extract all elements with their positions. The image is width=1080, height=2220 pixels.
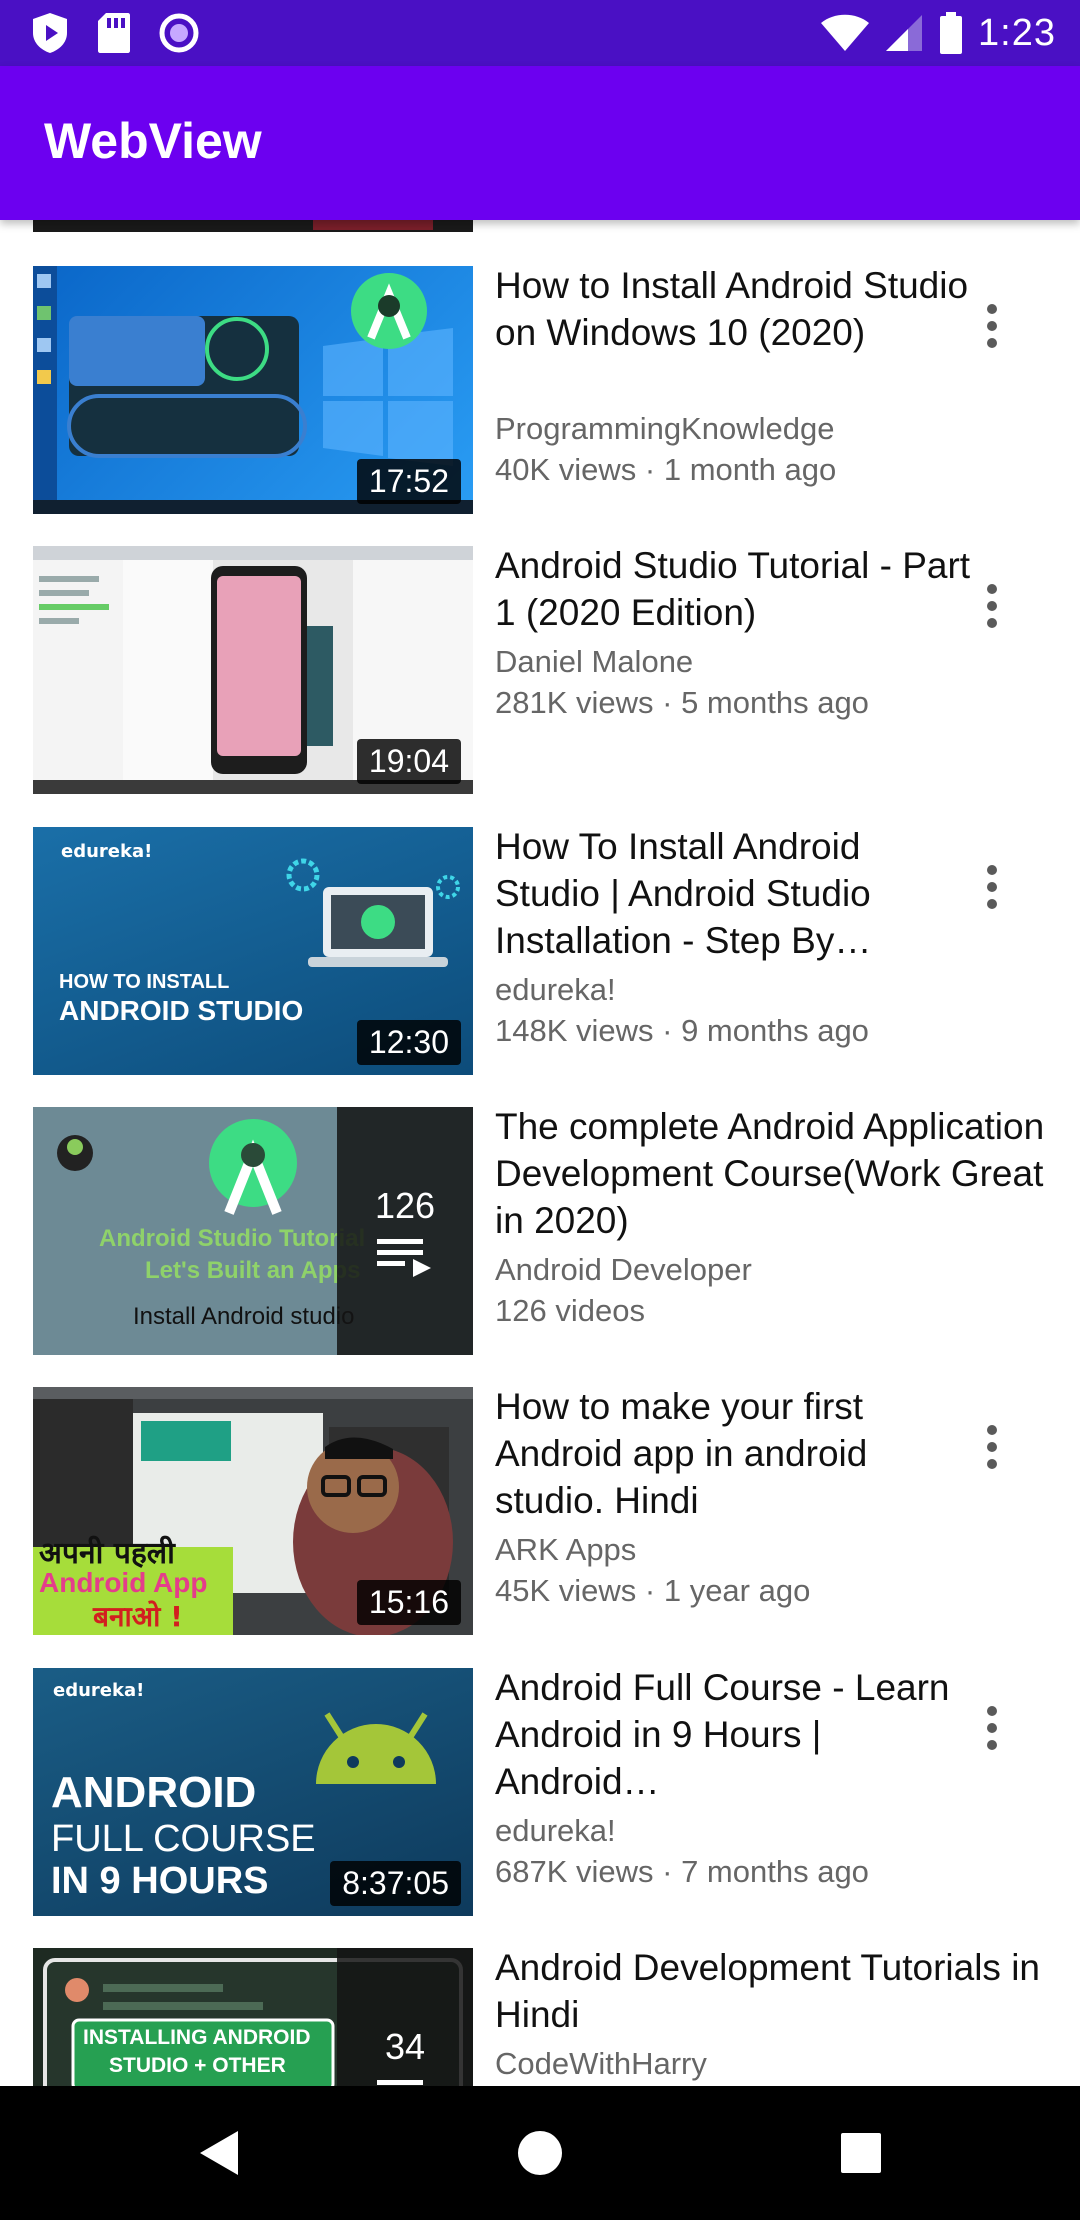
thumbnail-line1: Android Studio Tutorial bbox=[99, 1225, 366, 1252]
thumbnail-line2: STUDIO + OTHER bbox=[109, 2054, 286, 2077]
list-item[interactable]: edureka! HOW TO INSTALL ANDROID STUDIO 1… bbox=[0, 826, 1080, 1107]
thumbnail-line1: ANDROID bbox=[51, 1768, 257, 1817]
video-duration: 15:16 bbox=[356, 1580, 461, 1625]
video-title[interactable]: How to Install Android Studio on Windows… bbox=[495, 262, 975, 356]
video-duration: 17:52 bbox=[356, 459, 461, 504]
playlist-count: 34 bbox=[384, 2026, 426, 2067]
app-title: WebView bbox=[44, 113, 262, 169]
video-channel: edureka! bbox=[495, 972, 616, 1007]
recents-icon[interactable] bbox=[840, 2132, 882, 2174]
video-thumbnail[interactable]: अपनी पहली Android App बनाओ ! 15:16 bbox=[33, 1387, 473, 1635]
list-item[interactable]: 17:52 How to Install Android Studio on W… bbox=[0, 265, 1080, 546]
video-thumbnail[interactable]: edureka! ANDROID FULL COURSE IN 9 HOURS … bbox=[33, 1668, 473, 1916]
video-channel: ProgrammingKnowledge bbox=[495, 411, 835, 446]
list-item[interactable]: Android Studio Tutorial Let's Built an A… bbox=[0, 1106, 1080, 1387]
list-item[interactable]: अपनी पहली Android App बनाओ ! 15:16 How t… bbox=[0, 1386, 1080, 1667]
partial-thumbnail[interactable] bbox=[33, 220, 473, 232]
status-icons-left bbox=[30, 10, 200, 56]
list-item[interactable]: edureka! ANDROID FULL COURSE IN 9 HOURS … bbox=[0, 1667, 1080, 1948]
playlist-thumbnail[interactable]: Android Studio Tutorial Let's Built an A… bbox=[33, 1107, 473, 1355]
signal-icon bbox=[886, 15, 923, 51]
app-bar: WebView bbox=[0, 66, 1080, 220]
thumbnail-line3: बनाओ ! bbox=[93, 1600, 183, 1633]
status-icons-right: 1:23 bbox=[820, 6, 1056, 60]
playlist-icon bbox=[377, 1239, 431, 1277]
back-icon[interactable] bbox=[198, 2129, 242, 2177]
thumbnail-line3: Install Android studio bbox=[133, 1303, 355, 1330]
video-stats: 687K views · 7 months ago bbox=[495, 1854, 869, 1889]
wifi-icon bbox=[821, 14, 870, 51]
thumbnail-line1: HOW TO INSTALL bbox=[59, 971, 230, 993]
video-title[interactable]: Android Studio Tutorial - Part 1 (2020 E… bbox=[495, 542, 975, 636]
more-options-icon[interactable] bbox=[970, 576, 1014, 636]
playlist-thumbnail[interactable]: INSTALLING ANDROID STUDIO + OTHER 34 bbox=[33, 1948, 473, 2086]
playlist-video-count: 126 videos bbox=[495, 1293, 645, 1328]
video-title[interactable]: Android Full Course - Learn Android in 9… bbox=[495, 1664, 975, 1805]
thumbnail-line2: Let's Built an Apps bbox=[145, 1257, 361, 1284]
thumbnail-line2: FULL COURSE bbox=[51, 1818, 316, 1860]
status-time: 1:23 bbox=[978, 11, 1056, 54]
thumbnail-line2: Android App bbox=[39, 1567, 208, 1598]
navigation-bar bbox=[0, 2086, 1080, 2220]
home-icon[interactable] bbox=[516, 2129, 564, 2177]
video-stats: 281K views · 5 months ago bbox=[495, 685, 869, 720]
playlist-title[interactable]: Android Development Tutorials in Hindi bbox=[495, 1944, 1055, 2038]
video-stats: 40K views · 1 month ago bbox=[495, 452, 837, 487]
video-thumbnail[interactable]: 17:52 bbox=[33, 266, 473, 514]
list-item[interactable]: INSTALLING ANDROID STUDIO + OTHER 34 And… bbox=[0, 1947, 1080, 2086]
video-thumbnail[interactable]: edureka! HOW TO INSTALL ANDROID STUDIO 1… bbox=[33, 827, 473, 1075]
sd-card-icon bbox=[98, 13, 130, 53]
video-title[interactable]: How To Install Android Studio | Android … bbox=[495, 823, 975, 964]
laptop-gears-artwork bbox=[286, 858, 460, 967]
thumbnail-line2: ANDROID STUDIO bbox=[59, 995, 304, 1026]
thumbnail-brand: edureka! bbox=[53, 1680, 145, 1701]
playlist-title[interactable]: The complete Android Application Develop… bbox=[495, 1103, 1055, 1244]
video-title[interactable]: How to make your first Android app in an… bbox=[495, 1383, 975, 1524]
video-duration: 8:37:05 bbox=[330, 1861, 461, 1906]
shield-icon bbox=[33, 13, 67, 53]
video-channel: Daniel Malone bbox=[495, 644, 694, 679]
video-stats: 45K views · 1 year ago bbox=[495, 1573, 811, 1608]
thumbnail-brand: edureka! bbox=[61, 841, 153, 862]
more-options-icon[interactable] bbox=[970, 857, 1014, 917]
list-item[interactable]: 19:04 Android Studio Tutorial - Part 1 (… bbox=[0, 545, 1080, 826]
video-stats: 148K views · 9 months ago bbox=[495, 1013, 869, 1048]
more-options-icon[interactable] bbox=[970, 1417, 1014, 1477]
video-list[interactable]: 17:52 How to Install Android Studio on W… bbox=[0, 220, 1080, 2086]
video-duration: 12:30 bbox=[356, 1020, 461, 1065]
playlist-icon bbox=[377, 2080, 423, 2085]
battery-icon bbox=[940, 12, 963, 54]
video-duration: 19:04 bbox=[356, 739, 461, 784]
status-bar: 1:23 bbox=[0, 0, 1080, 66]
playlist-overlay: 34 bbox=[337, 1948, 473, 2086]
video-channel: ARK Apps bbox=[495, 1532, 637, 1567]
thumbnail-line3: IN 9 HOURS bbox=[51, 1860, 269, 1902]
thumbnail-line1: अपनी पहली bbox=[39, 1536, 175, 1571]
video-channel: edureka! bbox=[495, 1813, 616, 1848]
record-icon bbox=[159, 13, 199, 53]
playlist-channel: Android Developer bbox=[495, 1252, 752, 1287]
playlist-channel: CodeWithHarry bbox=[495, 2046, 707, 2081]
android-robot-artwork bbox=[316, 1712, 436, 1784]
more-options-icon[interactable] bbox=[970, 1698, 1014, 1758]
thumbnail-line1: INSTALLING ANDROID bbox=[83, 2026, 311, 2049]
video-thumbnail[interactable]: 19:04 bbox=[33, 546, 473, 794]
playlist-overlay: 126 bbox=[337, 1107, 473, 1355]
more-options-icon[interactable] bbox=[970, 296, 1014, 356]
playlist-count: 126 bbox=[374, 1185, 436, 1226]
